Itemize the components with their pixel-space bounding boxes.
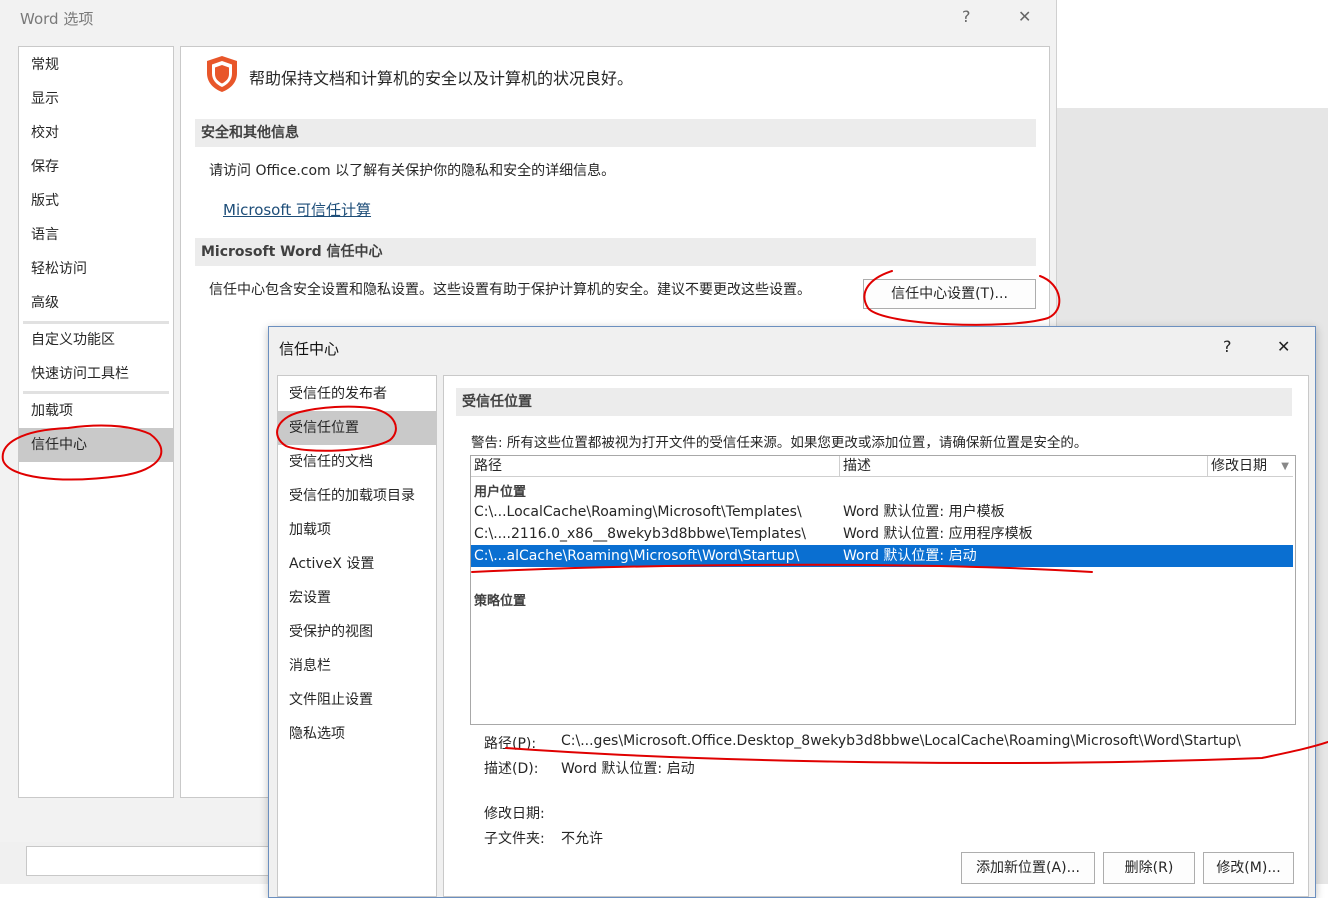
trust-center-dialog: 信任中心 ? ✕ 受信任的发布者 受信任位置 受信任的文档 受信任的加载项目录 … [268, 326, 1316, 898]
description-label: 描述(D): [484, 761, 539, 777]
trust-center-settings-button[interactable]: 信任中心设置(T)... [863, 279, 1036, 309]
subfolders-value: 不允许 [561, 831, 603, 847]
nav-item-add-ins[interactable]: 加载项 [19, 394, 173, 428]
nav-item-save[interactable]: 保存 [19, 150, 173, 184]
nav-item-trust-center[interactable]: 信任中心 [19, 428, 173, 462]
trustworthy-computing-link[interactable]: Microsoft 可信任计算 [223, 199, 371, 220]
tc-nav-protected-view[interactable]: 受保护的视图 [278, 615, 436, 649]
table-row[interactable]: C:\....2116.0_x86__8wekyb3d8bbwe\Templat… [471, 523, 1293, 545]
tc-nav-privacy-options[interactable]: 隐私选项 [278, 717, 436, 751]
help-icon[interactable]: ? [1223, 337, 1232, 356]
nav-item-proofing[interactable]: 校对 [19, 116, 173, 150]
cell-path: C:\....2116.0_x86__8wekyb3d8bbwe\Templat… [474, 526, 806, 542]
close-icon[interactable]: ✕ [1018, 7, 1031, 26]
nav-item-layout[interactable]: 版式 [19, 184, 173, 218]
tc-nav-activex-settings[interactable]: ActiveX 设置 [278, 547, 436, 581]
column-header-label: 修改日期 [1211, 458, 1267, 474]
nav-item-display[interactable]: 显示 [19, 82, 173, 116]
tc-nav-trusted-publishers[interactable]: 受信任的发布者 [278, 377, 436, 411]
nav-item-advanced[interactable]: 高级 [19, 286, 173, 320]
intro-text: 帮助保持文档和计算机的安全以及计算机的状况良好。 [249, 69, 634, 88]
tc-nav-trusted-addin-catalogs[interactable]: 受信任的加载项目录 [278, 479, 436, 513]
tc-nav-file-block-settings[interactable]: 文件阻止设置 [278, 683, 436, 717]
group-label-policy-locations: 策略位置 [474, 594, 527, 609]
column-header-modified-date[interactable]: 修改日期 ▼ [1208, 456, 1293, 477]
shield-icon [205, 55, 239, 93]
path-value: C:\...ges\Microsoft.Office.Desktop_8weky… [561, 733, 1241, 749]
group-label-user-locations: 用户位置 [474, 485, 527, 500]
trust-center-content: 受信任位置 警告: 所有这些位置都被视为打开文件的受信任来源。如果您更改或添加位… [443, 375, 1309, 897]
sort-arrow-icon: ▼ [1281, 461, 1289, 472]
dialog-title: 信任中心 [279, 340, 340, 358]
tc-nav-macro-settings[interactable]: 宏设置 [278, 581, 436, 615]
tc-nav-message-bar[interactable]: 消息栏 [278, 649, 436, 683]
table-row-selected[interactable]: C:\...alCache\Roaming\Microsoft\Word\Sta… [471, 545, 1293, 567]
close-icon[interactable]: ✕ [1277, 337, 1290, 356]
column-header-path[interactable]: 路径 [471, 456, 840, 477]
cell-path: C:\...LocalCache\Roaming\Microsoft\Templ… [474, 504, 802, 520]
security-info-text: 请访问 Office.com 以了解有关保护你的隐私和安全的详细信息。 [209, 163, 616, 179]
table-row[interactable]: C:\...LocalCache\Roaming\Microsoft\Templ… [471, 501, 1293, 523]
column-header-description[interactable]: 描述 [840, 456, 1208, 477]
background-input [26, 846, 269, 876]
nav-item-quick-access-toolbar[interactable]: 快速访问工具栏 [19, 357, 173, 391]
trusted-locations-warning: 警告: 所有这些位置都被视为打开文件的受信任来源。如果您更改或添加位置，请确保新… [471, 435, 1088, 451]
options-nav: 常规 显示 校对 保存 版式 语言 轻松访问 高级 自定义功能区 快速访问工具栏… [18, 46, 174, 798]
cell-description: Word 默认位置: 启动 [843, 548, 977, 564]
tc-nav-add-ins[interactable]: 加载项 [278, 513, 436, 547]
modify-button[interactable]: 修改(M)... [1203, 852, 1294, 884]
section-header-trusted-locations: 受信任位置 [456, 388, 1292, 416]
description-value: Word 默认位置: 启动 [561, 761, 695, 777]
modified-date-label: 修改日期: [484, 806, 545, 822]
nav-item-customize-ribbon[interactable]: 自定义功能区 [19, 323, 173, 357]
section-header-security-info: 安全和其他信息 [195, 119, 1036, 147]
add-new-location-button[interactable]: 添加新位置(A)... [961, 852, 1095, 884]
trusted-locations-table: 路径 描述 修改日期 ▼ 用户位置 C:\...LocalCache\Roami… [470, 455, 1296, 725]
trust-center-nav: 受信任的发布者 受信任位置 受信任的文档 受信任的加载项目录 加载项 Activ… [277, 375, 437, 897]
nav-item-language[interactable]: 语言 [19, 218, 173, 252]
cell-path: C:\...alCache\Roaming\Microsoft\Word\Sta… [474, 548, 800, 564]
cell-description: Word 默认位置: 用户模板 [843, 504, 1005, 520]
nav-item-accessibility[interactable]: 轻松访问 [19, 252, 173, 286]
tc-nav-trusted-documents[interactable]: 受信任的文档 [278, 445, 436, 479]
help-icon[interactable]: ? [962, 7, 971, 26]
nav-item-general[interactable]: 常规 [19, 48, 173, 82]
cell-description: Word 默认位置: 应用程序模板 [843, 526, 1033, 542]
trust-center-description: 信任中心包含安全设置和隐私设置。这些设置有助于保护计算机的安全。建议不要更改这些… [209, 282, 811, 298]
subfolders-label: 子文件夹: [484, 831, 545, 847]
section-header-trust-center: Microsoft Word 信任中心 [195, 238, 1036, 266]
remove-button[interactable]: 删除(R) [1103, 852, 1195, 884]
window-title: Word 选项 [20, 10, 94, 28]
tc-nav-trusted-locations[interactable]: 受信任位置 [278, 411, 436, 445]
path-label: 路径(P): [484, 736, 537, 752]
